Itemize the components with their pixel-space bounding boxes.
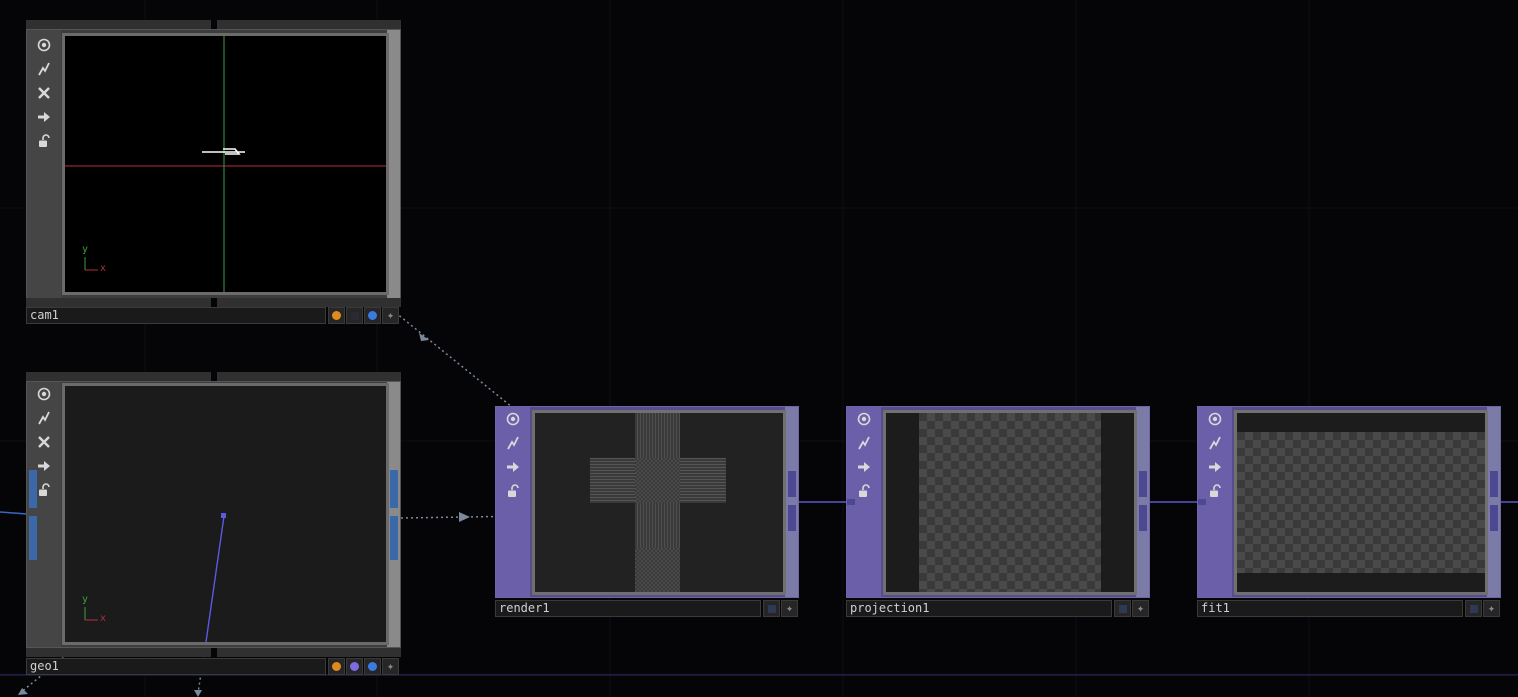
arrow-right-icon[interactable] [35, 457, 53, 475]
flag-blue-button[interactable] [364, 658, 381, 675]
output-connector[interactable] [1490, 471, 1498, 497]
add-icon[interactable]: ✦ [1483, 600, 1500, 617]
flag-orange-button[interactable] [328, 658, 345, 675]
add-icon[interactable]: ✦ [1132, 600, 1149, 617]
viewer-toggle-icon[interactable] [855, 410, 873, 428]
node-body: y x [26, 381, 401, 648]
viewer-toggle-icon[interactable] [35, 36, 53, 54]
add-icon[interactable]: ✦ [781, 600, 798, 617]
add-icon[interactable]: ✦ [382, 307, 399, 324]
node-flags: ✦ [328, 658, 399, 675]
input-connector[interactable] [29, 470, 37, 508]
node-body [1197, 406, 1501, 598]
input-connector[interactable] [29, 516, 37, 560]
node-name-label[interactable]: render1 [495, 600, 761, 617]
node-name-label[interactable]: cam1 [26, 307, 326, 324]
node-header [26, 372, 401, 381]
close-icon[interactable] [35, 433, 53, 451]
arrow-right-icon[interactable] [35, 108, 53, 126]
node-flags: ✦ [763, 600, 798, 617]
lock-icon[interactable] [504, 482, 522, 500]
lock-icon[interactable] [855, 482, 873, 500]
viewer-toggle-icon[interactable] [35, 385, 53, 403]
node-right-edge [1487, 407, 1500, 597]
node-flags: ✦ [328, 307, 399, 324]
flag-dark-button[interactable] [1465, 600, 1482, 617]
add-icon[interactable]: ✦ [382, 658, 399, 675]
output-connector[interactable] [1139, 471, 1147, 497]
axis-label-x: x [100, 263, 107, 274]
bypass-icon[interactable] [35, 409, 53, 427]
lock-icon[interactable] [35, 132, 53, 150]
bypass-icon[interactable] [1206, 434, 1224, 452]
wire-in-geo1 [0, 511, 28, 515]
lock-icon[interactable] [1206, 482, 1224, 500]
node-viewer[interactable]: y x [62, 383, 389, 645]
node-flags: ✦ [1465, 600, 1500, 617]
viewer-toggle-icon[interactable] [504, 410, 522, 428]
arrow-right-icon[interactable] [1206, 458, 1224, 476]
node-viewer[interactable]: y x [62, 33, 389, 295]
bypass-icon[interactable] [35, 60, 53, 78]
node-body: y x [26, 29, 401, 299]
node-render1[interactable]: render1 ✦ [495, 406, 799, 618]
output-connector[interactable] [390, 470, 398, 508]
node-viewer[interactable] [532, 410, 786, 595]
node-body [846, 406, 1150, 598]
flag-dark-button[interactable] [1114, 600, 1131, 617]
node-sidebar [27, 382, 61, 647]
arrow-right-icon[interactable] [504, 458, 522, 476]
node-fit1[interactable]: fit1 ✦ [1197, 406, 1501, 618]
node-footer [26, 648, 401, 657]
node-geo1[interactable]: y x geo1 ✦ [26, 372, 401, 677]
axis-label-y: y [82, 594, 89, 605]
input-connector[interactable] [1198, 499, 1206, 505]
node-viewer[interactable] [883, 410, 1137, 595]
bypass-icon[interactable] [504, 434, 522, 452]
axis-label-x: x [100, 613, 107, 624]
output-connector[interactable] [1139, 505, 1147, 531]
node-flags: ✦ [1114, 600, 1149, 617]
output-connector[interactable] [390, 516, 398, 560]
node-right-edge [1136, 407, 1149, 597]
node-right-edge [785, 407, 798, 597]
arrow-right-icon[interactable] [855, 458, 873, 476]
node-header [26, 20, 401, 29]
flag-purple-button[interactable] [346, 658, 363, 675]
node-footer [26, 298, 401, 307]
lock-icon[interactable] [35, 481, 53, 499]
node-projection1[interactable]: projection1 ✦ [846, 406, 1150, 618]
node-cam1[interactable]: y x cam1 ✦ [26, 20, 401, 325]
output-connector[interactable] [788, 471, 796, 497]
viewer-toggle-icon[interactable] [1206, 410, 1224, 428]
node-name-label[interactable]: projection1 [846, 600, 1112, 617]
bypass-icon[interactable] [855, 434, 873, 452]
output-connector[interactable] [788, 505, 796, 531]
output-connector[interactable] [1490, 505, 1498, 531]
node-name-label[interactable]: geo1 [26, 658, 326, 675]
flag-orange-button[interactable] [328, 307, 345, 324]
node-name-label[interactable]: fit1 [1197, 600, 1463, 617]
flag-dark-button[interactable] [763, 600, 780, 617]
node-sidebar [27, 30, 61, 298]
node-body [495, 406, 799, 598]
node-sidebar [496, 407, 530, 597]
input-connector[interactable] [847, 499, 855, 505]
close-icon[interactable] [35, 84, 53, 102]
axis-label-y: y [82, 244, 89, 255]
node-viewer[interactable] [1234, 410, 1488, 595]
flag-blue-button[interactable] [364, 307, 381, 324]
flag-dark-button[interactable] [346, 307, 363, 324]
